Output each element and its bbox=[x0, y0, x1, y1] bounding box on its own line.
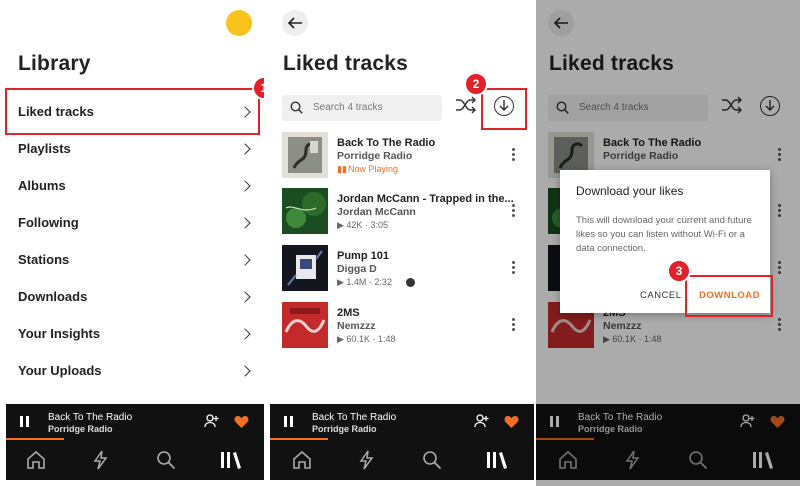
track-title: 2MS bbox=[337, 307, 360, 319]
annotation-box-1 bbox=[5, 88, 260, 135]
add-user-icon[interactable] bbox=[474, 413, 490, 434]
library-item-label: Stations bbox=[18, 252, 70, 267]
album-art bbox=[282, 188, 328, 234]
search-nav-icon[interactable] bbox=[422, 450, 442, 475]
equalizer-icon: ▮▮ bbox=[337, 164, 347, 174]
shuffle-icon[interactable] bbox=[455, 96, 477, 119]
track-title: Back To The Radio bbox=[337, 137, 436, 149]
more-icon[interactable] bbox=[512, 204, 515, 219]
dialog-body: This will download your current and futu… bbox=[576, 215, 752, 254]
library-item-your-insights[interactable]: Your Insights bbox=[8, 316, 260, 353]
library-item-albums[interactable]: Albums bbox=[8, 168, 260, 205]
track-artist: Porridge Radio bbox=[337, 150, 413, 162]
bottom-nav bbox=[6, 440, 264, 480]
album-art bbox=[282, 132, 328, 178]
page-title: Liked tracks bbox=[283, 52, 408, 75]
library-title: Library bbox=[18, 52, 91, 75]
library-item-playlists[interactable]: Playlists bbox=[8, 131, 260, 168]
more-icon[interactable] bbox=[512, 148, 515, 163]
library-item-label: Downloads bbox=[18, 289, 88, 304]
player-artist: Porridge Radio bbox=[312, 424, 377, 434]
back-button[interactable] bbox=[282, 10, 308, 36]
annotation-box-2 bbox=[481, 88, 527, 130]
annotation-badge-3: 3 bbox=[667, 259, 691, 283]
liked-tracks-panel: Liked tracks Search 4 tracks 2 Back To T… bbox=[270, 0, 534, 486]
player-bar[interactable]: Back To The Radio Porridge Radio bbox=[270, 404, 534, 440]
library-item-your-uploads[interactable]: Your Uploads bbox=[8, 353, 260, 390]
pause-icon[interactable] bbox=[284, 416, 293, 427]
player-title: Back To The Radio bbox=[312, 412, 397, 423]
track-title: Pump 101 bbox=[337, 250, 389, 262]
chevron-right-icon bbox=[239, 328, 251, 340]
bolt-icon[interactable] bbox=[358, 450, 376, 475]
home-icon[interactable] bbox=[292, 450, 312, 475]
back-arrow-icon bbox=[287, 17, 302, 29]
library-item-label: Following bbox=[18, 215, 79, 230]
album-art bbox=[282, 302, 328, 348]
search-nav-icon[interactable] bbox=[156, 450, 176, 475]
library-item-label: Your Uploads bbox=[18, 363, 102, 378]
heart-icon[interactable] bbox=[504, 415, 519, 434]
library-item-stations[interactable]: Stations bbox=[8, 242, 260, 279]
track-meta: ▶ 1.4M · 2:32 bbox=[337, 277, 392, 287]
track-artist: Nemzzz bbox=[337, 320, 376, 332]
bottom-nav bbox=[270, 440, 534, 480]
chevron-right-icon bbox=[239, 291, 251, 303]
chevron-right-icon bbox=[239, 143, 251, 155]
player-title: Back To The Radio bbox=[48, 412, 133, 423]
more-icon[interactable] bbox=[512, 318, 515, 333]
library-item-label: Playlists bbox=[18, 141, 71, 156]
annotation-box-3 bbox=[685, 275, 773, 317]
library-item-following[interactable]: Following bbox=[8, 205, 260, 242]
library-icon[interactable] bbox=[220, 450, 242, 475]
track-meta: ▶ 42K · 3:05 bbox=[337, 220, 388, 230]
cancel-button[interactable]: CANCEL bbox=[640, 290, 682, 301]
add-user-icon[interactable] bbox=[204, 413, 220, 434]
track-row[interactable]: Jordan McCann - Trapped in the... Jordan… bbox=[282, 188, 532, 234]
profile-avatar[interactable] bbox=[226, 10, 252, 36]
album-art bbox=[282, 245, 328, 291]
player-bar[interactable]: Back To The Radio Porridge Radio bbox=[6, 404, 264, 440]
chevron-right-icon bbox=[239, 365, 251, 377]
download-dialog-panel: Liked tracks Search 4 tracks Back To The… bbox=[536, 0, 800, 486]
pause-icon[interactable] bbox=[20, 416, 29, 427]
chevron-right-icon bbox=[239, 217, 251, 229]
now-playing-label: Now Playing bbox=[348, 164, 399, 174]
home-icon[interactable] bbox=[26, 450, 46, 475]
track-artist: Jordan McCann bbox=[337, 206, 416, 218]
search-icon bbox=[290, 101, 303, 114]
track-row[interactable]: Pump 101 Digga D ▶ 1.4M · 2:32 bbox=[282, 245, 532, 291]
track-artist: Digga D bbox=[337, 263, 377, 275]
library-item-downloads[interactable]: Downloads bbox=[8, 279, 260, 316]
library-panel: Library Liked tracks Playlists Albums Fo… bbox=[0, 0, 264, 486]
library-item-label: Your Insights bbox=[18, 326, 101, 341]
player-artist: Porridge Radio bbox=[48, 424, 113, 434]
chevron-right-icon bbox=[239, 254, 251, 266]
search-input[interactable]: Search 4 tracks bbox=[282, 95, 442, 121]
search-placeholder: Search 4 tracks bbox=[313, 102, 383, 113]
annotation-badge-2: 2 bbox=[464, 72, 488, 96]
dialog-title: Download your likes bbox=[576, 184, 684, 198]
downloaded-icon bbox=[406, 278, 415, 287]
library-item-label: Albums bbox=[18, 178, 66, 193]
library-icon[interactable] bbox=[486, 450, 508, 475]
track-title: Jordan McCann - Trapped in the... bbox=[337, 193, 514, 205]
track-row[interactable]: 2MS Nemzzz ▶ 60.1K · 1:48 bbox=[282, 302, 532, 348]
bolt-icon[interactable] bbox=[92, 450, 110, 475]
heart-icon[interactable] bbox=[234, 415, 249, 434]
track-meta: ▶ 60.1K · 1:48 bbox=[337, 334, 396, 344]
chevron-right-icon bbox=[239, 180, 251, 192]
more-icon[interactable] bbox=[512, 261, 515, 276]
track-row[interactable]: Back To The Radio Porridge Radio ▮▮ Now … bbox=[282, 132, 532, 178]
